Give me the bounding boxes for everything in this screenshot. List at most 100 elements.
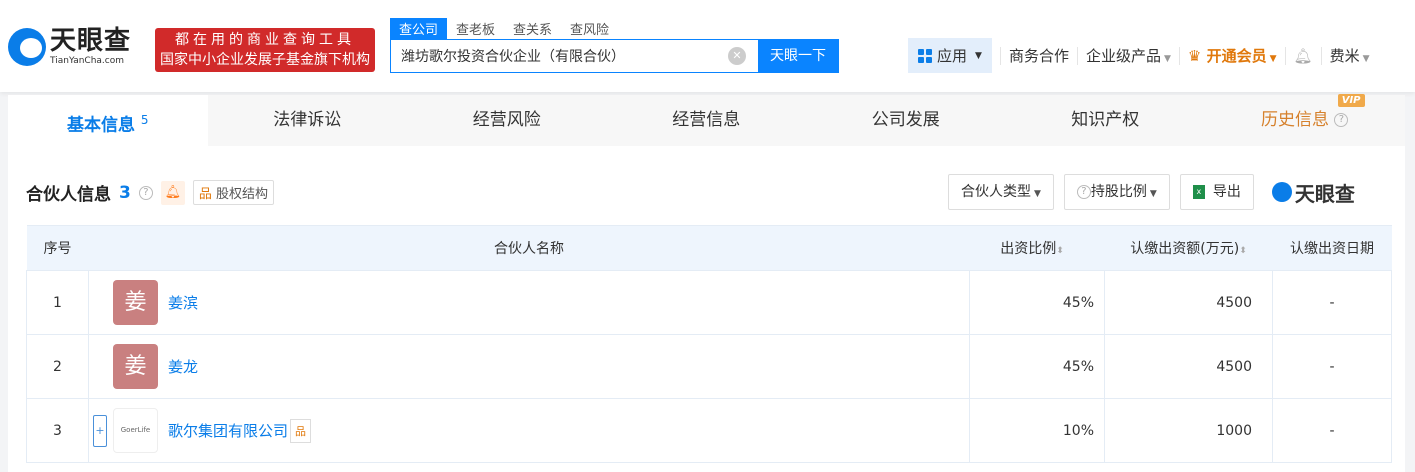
ratio: 10% xyxy=(969,398,1105,463)
clear-icon[interactable]: ✕ xyxy=(728,47,746,65)
slogan-banner[interactable]: 都在用的商业查询工具 国家中小企业发展子基金旗下机构 xyxy=(155,28,375,72)
nav-business[interactable]: 商务合作 xyxy=(1009,45,1069,66)
table-row: 3 + GoerLife 歌尔集团有限公司品 10% 1000 - xyxy=(26,398,1392,463)
header-label: 认缴出资额(万元) xyxy=(1130,241,1240,257)
tree-icon: 品 xyxy=(198,187,212,202)
tianyancha-logo[interactable]: 天眼查 TianYanCha.com xyxy=(8,28,131,66)
row-no: 2 xyxy=(26,334,89,399)
col-ratio[interactable]: 出资比例⬍ xyxy=(969,225,1105,271)
header-label: 出资比例 xyxy=(1000,241,1057,257)
table-row: 1 姜姜滨 45% 4500 - xyxy=(26,270,1392,335)
brand-watermark: 天眼查 xyxy=(1271,178,1355,207)
partner-link[interactable]: 姜龙 xyxy=(168,356,198,377)
help-icon[interactable]: ? xyxy=(138,185,153,200)
ratio: 45% xyxy=(969,334,1105,399)
partner-link[interactable]: 歌尔集团有限公司 xyxy=(168,420,288,441)
tab-legal[interactable]: 法律诉讼 xyxy=(208,95,408,146)
section-header: 合伙人信息 3 ? 🔔︎ 品 股权结构 xyxy=(26,180,275,205)
tab-ip[interactable]: 知识产权 xyxy=(1006,95,1206,146)
tab-operation[interactable]: 经营信息 xyxy=(607,95,807,146)
search-tab-relation[interactable]: 查关系 xyxy=(504,18,561,39)
search-tab-risk[interactable]: 查风险 xyxy=(561,18,618,39)
expand-button[interactable]: + xyxy=(93,414,107,447)
brand-text: 天眼查 xyxy=(1294,181,1355,206)
date: - xyxy=(1272,334,1392,399)
date: - xyxy=(1272,270,1392,335)
caret-down-icon: ▼ xyxy=(975,50,982,61)
sort-icon: ⬍ xyxy=(1056,246,1064,256)
search-type-tabs: 查公司 查老板 查关系 查风险 xyxy=(390,18,618,39)
bell-icon[interactable]: 🔔︎ xyxy=(1294,47,1313,65)
tab-history[interactable]: VIP 历史信息 ? xyxy=(1205,94,1405,146)
tab-label: 基本信息 xyxy=(66,115,135,136)
nav-enterprise-label: 企业级产品 xyxy=(1085,47,1161,65)
section-count: 3 xyxy=(119,182,131,203)
search-tab-company[interactable]: 查公司 xyxy=(390,18,448,39)
tab-label: 历史信息 xyxy=(1261,110,1330,130)
tab-basic-info[interactable]: 基本信息 5 xyxy=(8,95,208,146)
caret-down-icon: ▼ xyxy=(1149,189,1157,199)
tab-risk[interactable]: 经营风险 xyxy=(407,95,607,146)
tab-development[interactable]: 公司发展 xyxy=(806,95,1006,146)
row-no: 1 xyxy=(26,270,89,335)
share-ratio-filter[interactable]: ? 持股比例 ▼ xyxy=(1063,174,1170,210)
caret-down-icon: ▼ xyxy=(1362,54,1370,64)
logo-text: 天眼查 xyxy=(50,26,132,56)
col-amount[interactable]: 认缴出资额(万元)⬍ xyxy=(1104,225,1273,271)
help-icon[interactable]: ? xyxy=(1334,113,1349,127)
equity-tree-icon[interactable]: 品 xyxy=(290,418,312,443)
top-header: 天眼查 TianYanCha.com 都在用的商业查询工具 国家中小企业发展子基金旗… xyxy=(0,0,1415,92)
equity-label: 股权结构 xyxy=(216,187,269,202)
nav-vip-label: 开通会员 xyxy=(1206,47,1267,65)
partners-table: 序号 合伙人名称 出资比例⬍ 认缴出资额(万元)⬍ 认缴出资日期 1 姜姜滨 4… xyxy=(26,225,1392,463)
col-name: 合伙人名称 xyxy=(88,225,970,271)
col-no: 序号 xyxy=(26,225,89,271)
partner-type-filter[interactable]: 合伙人类型 ▼ xyxy=(948,174,1054,210)
caret-down-icon: ▼ xyxy=(1269,54,1277,64)
filter-label: 合伙人类型 xyxy=(961,184,1031,200)
top-nav: 应用 ▼ 商务合作 企业级产品 ▼ ♛ 开通会员 ▼ 🔔︎ 费米 ▼ xyxy=(908,38,1370,73)
apps-grid-icon xyxy=(918,48,932,63)
row-no: 3 xyxy=(26,398,89,463)
table-row: 2 姜姜龙 45% 4500 - xyxy=(26,334,1392,399)
partner-link[interactable]: 姜滨 xyxy=(168,292,198,313)
monitor-bell-icon[interactable]: 🔔︎ xyxy=(160,180,185,205)
logo-icon xyxy=(1271,182,1292,202)
amount: 4500 xyxy=(1104,334,1273,399)
filter-label: 持股比例 xyxy=(1090,184,1147,200)
avatar[interactable]: 姜 xyxy=(113,280,158,325)
export-label: 导出 xyxy=(1212,184,1241,200)
amount: 1000 xyxy=(1104,398,1273,463)
vip-badge: VIP xyxy=(1337,94,1365,107)
col-date: 认缴出资日期 xyxy=(1272,225,1392,271)
date: - xyxy=(1272,398,1392,463)
avatar[interactable]: 姜 xyxy=(113,344,158,389)
apps-label: 应用 xyxy=(937,47,968,65)
equity-structure-button[interactable]: 品 股权结构 xyxy=(192,180,275,205)
section-title: 合伙人信息 xyxy=(26,185,111,205)
logo-icon xyxy=(8,28,46,66)
company-tabs: 基本信息 5 法律诉讼 经营风险 经营信息 公司发展 知识产权 VIP 历史信息 … xyxy=(8,94,1405,146)
help-icon: ? xyxy=(1076,185,1091,199)
crown-icon: ♛ xyxy=(1187,47,1202,65)
logo-domain: TianYanCha.com xyxy=(50,56,125,66)
table-tools: 合伙人类型 ▼ ? 持股比例 ▼ x 导出 天眼查 xyxy=(948,174,1355,210)
nav-vip[interactable]: ♛ 开通会员 ▼ xyxy=(1188,45,1277,66)
search-box: ✕ 天眼一下 xyxy=(390,39,839,73)
apps-menu[interactable]: 应用 ▼ xyxy=(908,38,992,73)
export-button[interactable]: x 导出 xyxy=(1179,174,1254,210)
user-menu[interactable]: 费米 ▼ xyxy=(1330,45,1370,66)
caret-down-icon: ▼ xyxy=(1034,189,1041,199)
nav-enterprise[interactable]: 企业级产品 ▼ xyxy=(1086,45,1171,66)
sort-icon: ⬍ xyxy=(1239,246,1247,256)
ratio: 45% xyxy=(969,270,1105,335)
search-input[interactable] xyxy=(391,40,728,72)
search-button[interactable]: 天眼一下 xyxy=(758,40,838,72)
caret-down-icon: ▼ xyxy=(1163,54,1171,64)
user-name: 费米 xyxy=(1329,47,1360,65)
amount: 4500 xyxy=(1104,270,1273,335)
slogan-line2: 国家中小企业发展子基金旗下机构 xyxy=(160,52,370,68)
search-tab-boss[interactable]: 查老板 xyxy=(447,18,504,39)
tab-count: 5 xyxy=(140,113,149,127)
company-logo[interactable]: GoerLife xyxy=(113,408,158,453)
